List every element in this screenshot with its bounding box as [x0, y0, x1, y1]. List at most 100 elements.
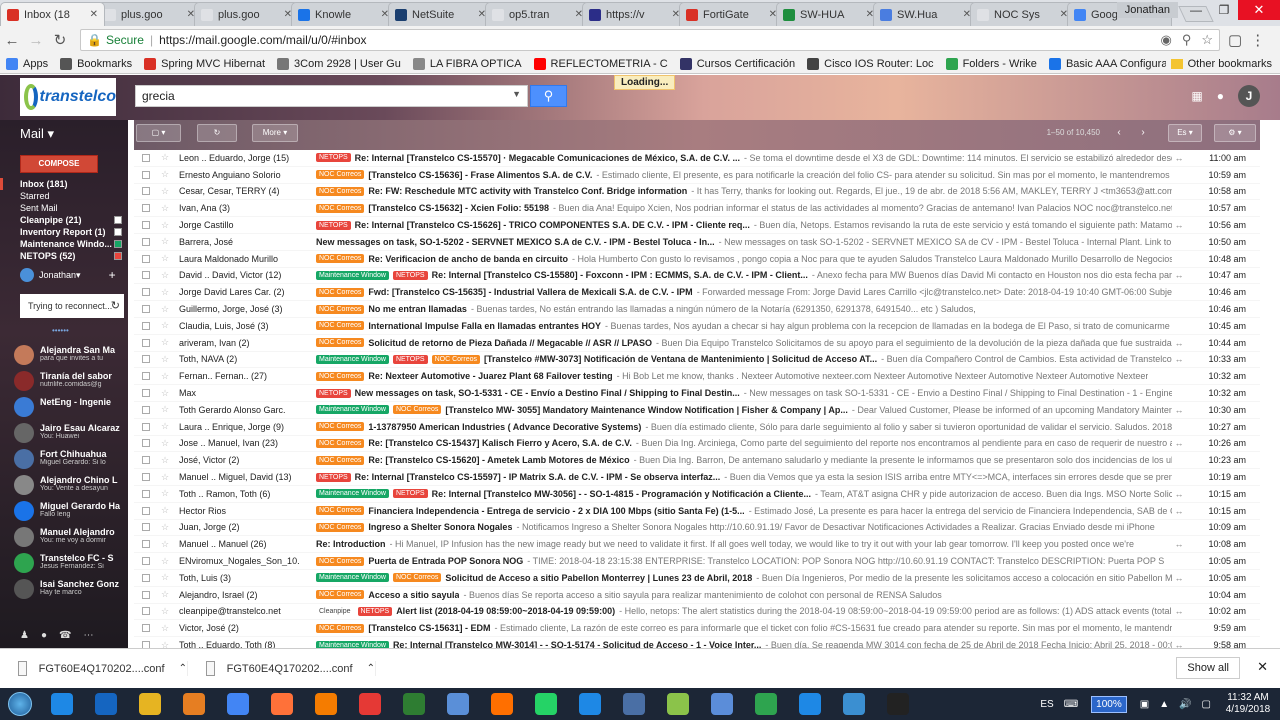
- message-row[interactable]: ☆ Toth Gerardo Alonso Garc. Maintenance Wi…: [134, 402, 1260, 419]
- star-icon[interactable]: ☆: [159, 404, 171, 415]
- message-row[interactable]: ☆ Toth, NAVA (2) Maintenance Window NETOPS N…: [134, 352, 1260, 369]
- row-checkbox[interactable]: [142, 624, 150, 633]
- row-checkbox[interactable]: [142, 288, 150, 297]
- bookmark-item[interactable]: Spring MVC Hibernat: [144, 57, 265, 70]
- taskbar-app[interactable]: [260, 688, 304, 720]
- bookmark-item[interactable]: Cisco IOS Router: Loc: [807, 57, 934, 70]
- keyboard-icon[interactable]: ⌨: [1064, 699, 1078, 710]
- star-icon[interactable]: ☆: [159, 203, 171, 214]
- label-tag[interactable]: NOC Correos: [316, 371, 365, 381]
- other-bookmarks[interactable]: Other bookmarks: [1170, 57, 1272, 70]
- message-row[interactable]: ☆ José, Victor (2) NOC Correos Re: [Transte…: [134, 452, 1260, 470]
- message-row[interactable]: ☆ David .. David, Victor (12) Maintenance …: [134, 268, 1260, 285]
- row-checkbox[interactable]: [142, 187, 150, 196]
- label-tag[interactable]: NETOPS: [316, 388, 351, 398]
- label-tag[interactable]: Cleanpipe: [316, 607, 354, 616]
- more-button[interactable]: More ▾: [252, 124, 298, 142]
- taskbar-app[interactable]: [744, 688, 788, 720]
- hangout-contact[interactable]: Alejandra San Ma para que invites a tu: [0, 342, 128, 368]
- message-row[interactable]: ☆ Jorge Castillo NETOPS Re: Internal [Trans…: [134, 217, 1260, 234]
- row-checkbox[interactable]: [142, 540, 150, 549]
- label-tag[interactable]: NOC Correos: [431, 354, 480, 364]
- hangout-contact[interactable]: Tiranía del sabor nutrilife.comidas@g: [0, 368, 128, 394]
- message-row[interactable]: ☆ Guillermo, Jorge, José (3) NOC Correos No…: [134, 301, 1260, 318]
- extension-square-icon[interactable]: ▢: [1228, 31, 1242, 49]
- message-row[interactable]: ☆ Ernesto Anguiano Solorio NOC Correos [Tra…: [134, 167, 1260, 184]
- star-icon[interactable]: ☆: [159, 253, 171, 264]
- start-button[interactable]: [0, 688, 40, 720]
- download-item[interactable]: FGT60E4Q170202....conf ⌃: [0, 661, 188, 676]
- label-tag[interactable]: NOC Correos: [316, 556, 365, 566]
- hangout-contact[interactable]: Jairo Esau Alcaraz You: Huawei: [0, 420, 128, 446]
- taskbar-app[interactable]: [348, 688, 392, 720]
- label-tag[interactable]: NETOPS: [316, 220, 351, 230]
- refresh-icon[interactable]: ↻: [111, 294, 120, 318]
- sidebar-label[interactable]: Maintenance Windo...: [0, 238, 128, 250]
- label-tag[interactable]: NOC Correos: [316, 287, 365, 297]
- omnibox[interactable]: 🔒 Secure | https://mail.google.com/mail/…: [80, 29, 1220, 51]
- label-tag[interactable]: NETOPS: [392, 354, 428, 364]
- message-row[interactable]: ☆ Claudia, Luis, José (3) NOC Correos Inter…: [134, 318, 1260, 335]
- row-checkbox[interactable]: [142, 153, 150, 162]
- close-downloads-icon[interactable]: ✕: [1257, 659, 1268, 675]
- star-icon[interactable]: ☆: [159, 556, 171, 567]
- row-checkbox[interactable]: [142, 254, 150, 263]
- sidebar-label[interactable]: Cleanpipe (21): [0, 214, 128, 226]
- search-options-icon[interactable]: ▼: [512, 89, 521, 99]
- label-tag[interactable]: Maintenance Window: [316, 573, 389, 583]
- message-row[interactable]: ☆ Victor, José (2) NOC Correos [Transtelco …: [134, 620, 1260, 638]
- row-checkbox[interactable]: [142, 506, 150, 515]
- label-tag[interactable]: NOC Correos: [316, 338, 365, 348]
- row-checkbox[interactable]: [142, 372, 150, 381]
- message-row[interactable]: ☆ Fernan.. Fernan.. (27) NOC Correos Re: Ne…: [134, 368, 1260, 386]
- mail-menu[interactable]: Mail ▾: [20, 126, 54, 142]
- volume-icon[interactable]: 🔊: [1179, 699, 1191, 710]
- more-icon[interactable]: ⋯: [83, 630, 93, 641]
- close-window-button[interactable]: ✕: [1238, 0, 1280, 20]
- url-text[interactable]: https://mail.google.com/mail/u/0/#inbox: [159, 33, 1150, 47]
- hangout-contact[interactable]: Miguel Gerardo Ha Fallo leng: [0, 498, 128, 524]
- label-tag[interactable]: Maintenance Window: [316, 354, 389, 364]
- row-checkbox[interactable]: [142, 221, 150, 230]
- row-checkbox[interactable]: [142, 321, 150, 330]
- browser-tab[interactable]: SW.Hua ✕: [873, 2, 978, 26]
- browser-tab[interactable]: Knowle ✕: [291, 2, 396, 26]
- bookmark-item[interactable]: Basic AAA Configurat: [1048, 57, 1166, 70]
- chrome-menu-icon[interactable]: ⋮: [1250, 31, 1265, 49]
- label-tag[interactable]: NOC Correos: [316, 455, 365, 465]
- search-button[interactable]: ⚲: [530, 85, 567, 107]
- taskbar-app[interactable]: [40, 688, 84, 720]
- star-icon[interactable]: ☆: [159, 455, 171, 466]
- label-tag[interactable]: Maintenance Window: [316, 405, 389, 415]
- message-row[interactable]: ☆ cleanpipe@transtelco.net Cleanpipe NETOPS…: [134, 604, 1260, 621]
- new-conversation-icon[interactable]: +: [109, 268, 116, 282]
- label-tag[interactable]: NOC Correos: [316, 623, 365, 633]
- taskbar-app[interactable]: [656, 688, 700, 720]
- label-tag[interactable]: NOC Correos: [316, 590, 365, 600]
- star-icon[interactable]: ☆: [159, 472, 171, 483]
- star-icon[interactable]: ☆: [159, 539, 171, 550]
- row-checkbox[interactable]: [142, 607, 150, 616]
- label-tag[interactable]: NOC Correos: [316, 203, 365, 213]
- message-row[interactable]: ☆ Ivan, Ana (3) NOC Correos [Transtelco CS-…: [134, 200, 1260, 218]
- label-tag[interactable]: NOC Correos: [316, 170, 365, 180]
- star-icon[interactable]: ☆: [159, 488, 171, 499]
- taskbar-app[interactable]: [436, 688, 480, 720]
- taskbar-app[interactable]: [84, 688, 128, 720]
- label-tag[interactable]: Maintenance Window: [316, 489, 389, 499]
- newer-button[interactable]: ‹: [1108, 124, 1130, 142]
- hangouts-me[interactable]: Jonathan ▾ +: [20, 268, 116, 282]
- download-item[interactable]: FGT60E4Q170202....conf ⌃: [188, 661, 376, 676]
- row-checkbox[interactable]: [142, 557, 150, 566]
- star-icon[interactable]: ☆: [159, 438, 171, 449]
- taskbar-app[interactable]: [700, 688, 744, 720]
- hangout-contact[interactable]: Transtelco FC - S Jesus Fernandez: Si: [0, 550, 128, 576]
- zoom-indicator[interactable]: 100%: [1091, 695, 1127, 713]
- row-checkbox[interactable]: [142, 590, 150, 599]
- label-tag[interactable]: NOC Correos: [316, 422, 365, 432]
- hangout-contact[interactable]: NetEng - Ingenie: [0, 394, 128, 420]
- hangout-contact[interactable]: Manuel Alejandro You: me voy a dormir: [0, 524, 128, 550]
- browser-tab[interactable]: https://v ✕: [582, 2, 687, 26]
- row-checkbox[interactable]: [142, 456, 150, 465]
- bookmark-item[interactable]: LA FIBRA OPTICA: [412, 57, 522, 70]
